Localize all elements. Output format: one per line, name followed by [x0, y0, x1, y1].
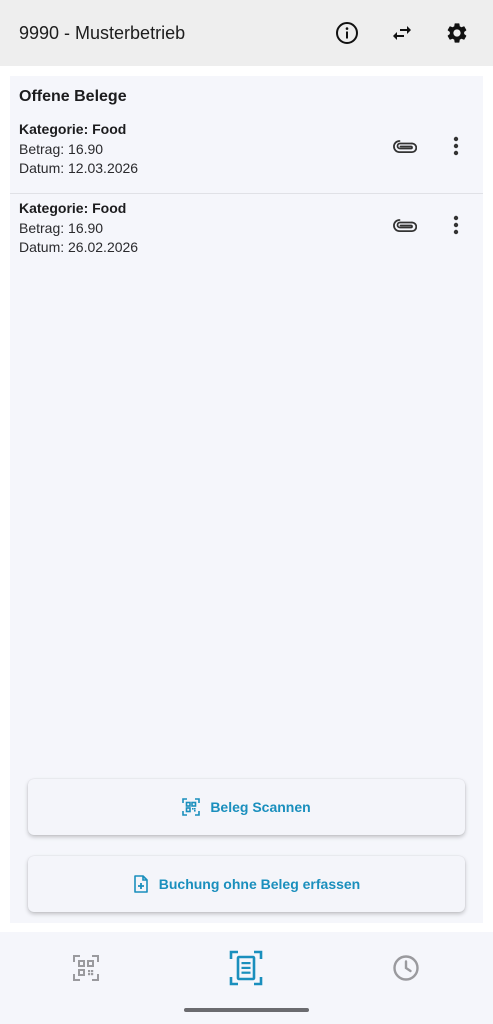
receipt-list-icon [229, 950, 263, 986]
settings-button[interactable] [437, 13, 477, 53]
settings-icon [447, 23, 467, 43]
app-title: 9990 - Musterbetrieb [19, 22, 186, 43]
paperclip-icon [393, 219, 417, 232]
attachment-button[interactable] [390, 213, 420, 237]
more-vert-icon [453, 215, 459, 235]
book-without-receipt-button[interactable]: Buchung ohne Beleg erfassen [28, 856, 465, 912]
open-receipts-panel: Offene Belege Kategorie: Food Betrag: 16… [10, 76, 483, 923]
book-without-receipt-label: Buchung ohne Beleg erfassen [158, 876, 361, 892]
nav-item-receipts[interactable] [226, 948, 266, 988]
info-button[interactable] [327, 13, 367, 53]
more-options-button[interactable] [444, 132, 468, 160]
receipt-details: Kategorie: Food Betrag: 16.90 Datum: 26.… [19, 199, 138, 258]
nav-item-history[interactable] [386, 948, 426, 988]
receipt-details: Kategorie: Food Betrag: 16.90 Datum: 12.… [19, 120, 138, 179]
receipt-amount: Betrag: 16.90 [19, 140, 104, 157]
swap-button[interactable] [382, 13, 422, 53]
app-actions [312, 13, 477, 53]
more-vert-icon [453, 136, 459, 156]
history-icon [393, 955, 419, 981]
receipt-date: Datum: 26.02.2026 [19, 239, 139, 255]
receipt-category: Kategorie: Food [19, 200, 127, 216]
scan-receipt-label: Beleg Scannen [210, 799, 311, 815]
receipt-list-item[interactable]: Kategorie: Food Betrag: 16.90 Datum: 26.… [10, 195, 483, 273]
bottom-navigation [0, 932, 493, 1024]
swap-icon [393, 26, 411, 40]
scan-receipt-button[interactable]: Beleg Scannen [28, 779, 465, 835]
receipt-category: Kategorie: Food [19, 121, 127, 137]
add-document-icon [133, 875, 148, 893]
receipt-amount: Betrag: 16.90 [19, 219, 104, 236]
section-title: Offene Belege [19, 88, 127, 105]
nav-item-scan[interactable] [66, 948, 106, 988]
home-indicator[interactable] [184, 1008, 309, 1012]
attachment-button[interactable] [390, 134, 420, 158]
receipt-list-item[interactable]: Kategorie: Food Betrag: 16.90 Datum: 12.… [10, 116, 483, 194]
paperclip-icon [393, 140, 417, 153]
app-bar: 9990 - Musterbetrieb [0, 0, 493, 66]
receipt-date: Datum: 12.03.2026 [19, 160, 139, 176]
qr-scan-icon [182, 798, 201, 816]
more-options-button[interactable] [444, 211, 468, 239]
qr-scan-icon [73, 955, 99, 981]
info-icon [336, 22, 358, 44]
